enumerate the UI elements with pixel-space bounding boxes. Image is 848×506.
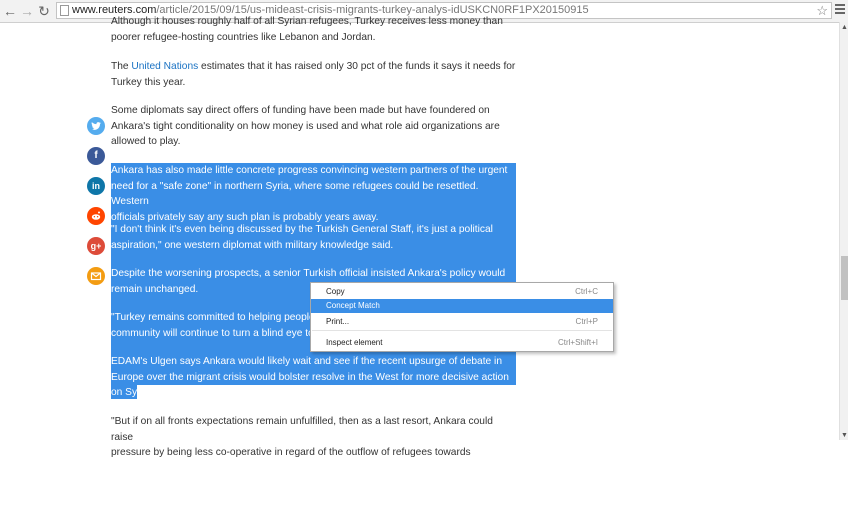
article-paragraph: Although it houses roughly half of all S… [111, 14, 516, 45]
scroll-up-arrow-icon[interactable]: ▲ [840, 24, 848, 31]
reload-button[interactable]: ↻ [36, 3, 52, 19]
text-line: pressure by being less co-operative in r… [111, 447, 471, 458]
context-menu: Copy Ctrl+C Concept Match Print... Ctrl+… [310, 282, 614, 352]
arrow-right-icon: → [20, 3, 34, 19]
article-paragraph: Some diplomats say direct offers of fund… [111, 103, 516, 150]
article-paragraph: "But if on all fronts expectations remai… [111, 414, 516, 461]
scrollbar-thumb[interactable] [841, 256, 848, 300]
google-plus-icon: g+ [90, 241, 102, 251]
article-paragraph-selected[interactable]: "I don't think it's even being discussed… [111, 222, 516, 253]
text-line: Europe over the migrant crisis would bol… [111, 371, 509, 383]
reload-icon: ↻ [38, 3, 50, 19]
facebook-share-button[interactable]: f [87, 147, 105, 165]
article-paragraph-selected[interactable]: Ankara has also made little concrete pro… [111, 163, 516, 225]
forward-button[interactable]: → [19, 3, 35, 19]
text-line: The United Nations estimates that it has… [111, 61, 516, 72]
browser-menu-button[interactable] [835, 4, 845, 16]
text-line: Despite the worsening prospects, a senio… [111, 268, 506, 279]
reddit-icon [91, 211, 101, 220]
text-line: Turkey this year. [111, 76, 186, 88]
context-menu-copy[interactable]: Copy Ctrl+C [311, 285, 613, 299]
text-line: aspiration," one western diplomat with m… [111, 239, 394, 251]
scroll-down-arrow-icon[interactable]: ▼ [840, 432, 848, 439]
context-menu-concept-match[interactable]: Concept Match [311, 299, 613, 313]
text-line: poorer refugee-hosting countries like Le… [111, 31, 376, 43]
text-line: allowed to play. [111, 136, 181, 147]
context-menu-separator [312, 330, 612, 331]
back-button[interactable]: ← [2, 3, 18, 19]
hamburger-icon [835, 4, 845, 6]
text-line: EDAM's Ulgen says Ankara would likely wa… [111, 356, 502, 367]
text-line: Although it houses roughly half of all S… [111, 16, 503, 27]
text-line: need for a "safe zone" in northern Syria… [111, 180, 479, 208]
text-line: Ankara has also made little concrete pro… [111, 165, 508, 176]
text-line: Ankara's tight conditionality on how mon… [111, 120, 500, 132]
page-icon [60, 5, 69, 16]
page-scrollbar[interactable]: ▲ ▼ [839, 22, 848, 440]
text-line: Some diplomats say direct offers of fund… [111, 105, 490, 116]
selection-end-mask [137, 385, 516, 399]
united-nations-link[interactable]: United Nations [131, 61, 198, 72]
linkedin-icon: in [92, 181, 100, 191]
context-menu-print[interactable]: Print... Ctrl+P [311, 315, 613, 329]
twitter-icon [91, 122, 101, 130]
reddit-share-button[interactable] [87, 207, 105, 225]
facebook-icon: f [94, 150, 98, 161]
google-plus-share-button[interactable]: g+ [87, 237, 105, 255]
text-line: "But if on all fronts expectations remai… [111, 416, 493, 443]
text-line: "I don't think it's even being discussed… [111, 224, 493, 235]
twitter-share-button[interactable] [87, 117, 105, 135]
email-icon [90, 272, 102, 281]
linkedin-share-button[interactable]: in [87, 177, 105, 195]
email-share-button[interactable] [87, 267, 105, 285]
article-paragraph: The United Nations estimates that it has… [111, 59, 516, 90]
context-menu-inspect-element[interactable]: Inspect element Ctrl+Shift+I [311, 336, 613, 350]
bookmark-star-icon[interactable]: ☆ [816, 3, 828, 19]
arrow-left-icon: ← [3, 3, 17, 19]
